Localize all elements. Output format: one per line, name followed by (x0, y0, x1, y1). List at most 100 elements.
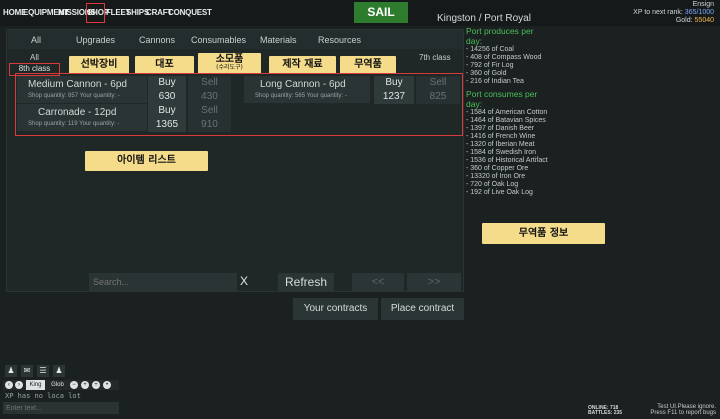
tab-all[interactable]: All (31, 35, 41, 45)
chat-icon-bar: ♟ ✉ ☰ ♟ (5, 365, 69, 377)
sell-price: 910 (201, 119, 218, 130)
buy-button[interactable]: Buy 630 (148, 76, 186, 104)
class-tab-7th[interactable]: 7th class (419, 53, 451, 62)
list-item: - 360 of Gold (466, 70, 507, 77)
port-location: Kingston / Port Royal (437, 13, 531, 24)
list-item: - 1397 of Danish Beer (466, 125, 535, 132)
annotation-item-list: 아이템 리스트 (85, 151, 208, 171)
search-input[interactable] (89, 273, 237, 291)
sell-button[interactable]: Sell 430 (188, 76, 231, 104)
sell-price: 430 (201, 91, 218, 102)
battles-count: BATTLES: 235 (588, 410, 623, 416)
nav-conquest[interactable]: CONQUEST (168, 8, 212, 17)
consumes-list: - 1584 of American Cotton - 1464 of Bata… (466, 109, 616, 197)
person-icon[interactable]: ♟ (5, 365, 17, 377)
buy-button[interactable]: Buy 1365 (148, 104, 186, 132)
buy-price: 1237 (382, 91, 406, 102)
list-item: - 408 of Compass Wood (466, 54, 542, 61)
tab-upgrades[interactable]: Upgrades (76, 35, 115, 45)
list-item: - 720 of Oak Log (466, 181, 519, 188)
item-quantity: Shop quantity: 565 Your quantity: - (255, 93, 347, 99)
list-item: - 1584 of Swedish Iron (466, 149, 537, 156)
gold-line: Gold: 55040 (633, 17, 714, 25)
chat-message: XP has no loca lot (5, 392, 81, 400)
xp-label: XP to next rank: (633, 9, 683, 16)
annotation-resources: 무역품 (340, 56, 396, 74)
gold-value: 55040 (694, 17, 714, 24)
chat-input[interactable] (3, 402, 119, 414)
test-notice: Test UI.Please ignore. Press F11 to repo… (650, 404, 716, 416)
produces-list: - 14256 of Coal - 408 of Compass Wood - … (466, 46, 616, 86)
back-icon[interactable]: ‹ (5, 381, 13, 389)
buy-price: 630 (158, 91, 176, 102)
forward-icon[interactable]: › (15, 381, 23, 389)
search-clear-button[interactable]: X (240, 274, 248, 288)
gold-label: Gold: (675, 17, 693, 24)
list-icon[interactable]: ☰ (37, 365, 49, 377)
server-status: ONLINE: 718 BATTLES: 235 (588, 406, 622, 416)
annotation-consumables-sub: (수리도구) (216, 64, 243, 71)
chat-controls: ‹ › King Glob − + + • (3, 380, 119, 390)
place-contract-button[interactable]: Place contract (381, 298, 464, 320)
tab-resources[interactable]: Resources (318, 35, 361, 45)
list-item: - 14256 of Coal (466, 46, 514, 53)
list-item: - 1584 of American Cotton (466, 109, 548, 116)
mail-icon[interactable]: ✉ (21, 365, 33, 377)
chat-channel-global[interactable]: Glob (48, 380, 67, 390)
settings-icon[interactable]: • (103, 381, 111, 389)
item-quantity: Shop quantity: 119 Your quantity: - (28, 121, 120, 127)
buy-price: 1365 (155, 119, 179, 130)
produces-title: Port produces per day: (466, 26, 534, 46)
item-quantity: Shop quantity: 857 Your quantity: - (28, 93, 120, 99)
xp-value: 365/1000 (684, 9, 714, 16)
buy-label: Buy (158, 105, 176, 116)
buy-label: Buy (158, 77, 176, 88)
player-stats: Ensign XP to next rank: 365/1000 Gold: 5… (633, 1, 714, 25)
annotation-upgrades: 선박장비 (69, 56, 129, 74)
list-item: - 192 of Live Oak Log (466, 189, 533, 196)
sail-button[interactable]: SAIL (354, 2, 408, 23)
sell-label: Sell (201, 77, 218, 88)
minus-icon[interactable]: − (70, 381, 78, 389)
refresh-button[interactable]: Refresh (278, 273, 334, 291)
sell-button[interactable]: Sell 910 (188, 104, 231, 132)
list-item: - 1536 of Historical Artifact (466, 157, 548, 164)
prev-page-button[interactable]: << (352, 273, 404, 291)
buy-label: Buy (385, 77, 403, 88)
annotation-cannons: 대포 (135, 56, 194, 74)
buy-button[interactable]: Buy 1237 (374, 76, 414, 104)
tab-consumables[interactable]: Consumables (191, 35, 246, 45)
sell-label: Sell (201, 105, 218, 116)
sell-price: 825 (429, 91, 447, 102)
group-icon[interactable]: ♟ (53, 365, 65, 377)
next-page-button[interactable]: >> (407, 273, 461, 291)
player-rank: Ensign (692, 1, 714, 8)
class-tab-all[interactable]: All (30, 53, 39, 62)
sell-button[interactable]: Sell 825 (416, 76, 460, 104)
list-item: - 1464 of Batavian Spices (466, 117, 546, 124)
xp-line: XP to next rank: 365/1000 (633, 9, 714, 17)
your-contracts-button[interactable]: Your contracts (293, 298, 378, 320)
notice-line: Press F11 to report bugs (650, 410, 716, 416)
shop-highlight-box (86, 3, 105, 23)
annotation-materials: 제작 재료 (269, 56, 336, 74)
plus-icon[interactable]: + (81, 381, 89, 389)
sell-label: Sell (429, 77, 447, 88)
add-icon[interactable]: + (92, 381, 100, 389)
list-item: - 13320 of Iron Ore (466, 173, 526, 180)
tab-materials[interactable]: Materials (260, 35, 297, 45)
list-item: - 1320 of Iberian Meat (466, 141, 535, 148)
item-name: Medium Cannon - 6pd (28, 79, 127, 90)
annotation-consumables: 소모품 (수리도구) (198, 53, 261, 74)
chat-channel-king[interactable]: King (26, 380, 45, 390)
item-name: Long Cannon - 6pd (260, 79, 346, 90)
item-name: Carronade - 12pd (38, 107, 117, 118)
list-item: - 792 of Fir Log (466, 62, 514, 69)
port-info-panel: Port produces per day: - 14256 of Coal -… (466, 26, 616, 197)
list-item: - 216 of Indian Tea (466, 78, 524, 85)
list-item: - 360 of Copper Ore (466, 165, 529, 172)
consumes-title: Port consumes per day: (466, 89, 538, 109)
annotation-trade-info: 무역품 정보 (482, 223, 605, 244)
list-item: - 1416 of French Wine (466, 133, 536, 140)
tab-cannons[interactable]: Cannons (139, 35, 175, 45)
